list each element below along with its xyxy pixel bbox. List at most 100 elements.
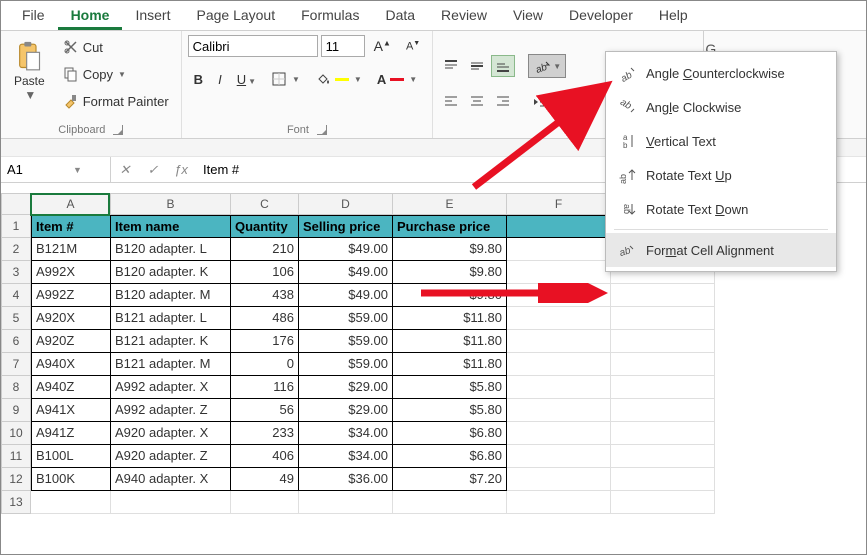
cell[interactable] <box>31 491 111 514</box>
cell[interactable]: $59.00 <box>299 330 393 353</box>
cell[interactable] <box>507 468 611 491</box>
cell[interactable]: A941Z <box>31 422 111 445</box>
cell[interactable] <box>611 307 715 330</box>
align-top-button[interactable] <box>439 55 463 77</box>
row-header[interactable]: 6 <box>1 330 31 353</box>
cell[interactable]: $6.80 <box>393 445 507 468</box>
cell[interactable]: Item name <box>111 215 231 238</box>
cell[interactable] <box>611 284 715 307</box>
cell[interactable]: 438 <box>231 284 299 307</box>
cell[interactable]: B120 adapter. K <box>111 261 231 284</box>
row-header[interactable]: 4 <box>1 284 31 307</box>
menu-rotate-up[interactable]: ab Rotate Text Up <box>606 158 836 192</box>
cell[interactable]: A920X <box>31 307 111 330</box>
cell[interactable]: $59.00 <box>299 307 393 330</box>
row-header[interactable]: 10 <box>1 422 31 445</box>
column-header[interactable]: C <box>231 193 299 215</box>
column-header[interactable]: F <box>507 193 611 215</box>
cell[interactable] <box>611 445 715 468</box>
cell[interactable] <box>507 215 611 238</box>
font-color-button[interactable]: A▼ <box>371 69 423 90</box>
cell[interactable]: 0 <box>231 353 299 376</box>
cell[interactable] <box>611 330 715 353</box>
align-bottom-button[interactable] <box>491 55 515 77</box>
cell[interactable] <box>507 330 611 353</box>
align-center-button[interactable] <box>465 90 489 112</box>
cell[interactable]: A992 adapter. Z <box>111 399 231 422</box>
cell[interactable]: 486 <box>231 307 299 330</box>
cell[interactable]: A992 adapter. X <box>111 376 231 399</box>
cell[interactable] <box>611 422 715 445</box>
copy-button[interactable]: Copy ▼ <box>56 62 175 86</box>
decrease-font-button[interactable]: A▼ <box>400 37 426 56</box>
cell[interactable] <box>111 491 231 514</box>
cell[interactable]: $11.80 <box>393 330 507 353</box>
menu-angle-cw[interactable]: ab Angle Clockwise <box>606 90 836 124</box>
dialog-launcher-icon[interactable] <box>317 125 327 135</box>
column-header[interactable]: B <box>111 193 231 215</box>
tab-review[interactable]: Review <box>428 1 500 30</box>
font-size-select[interactable] <box>321 35 365 57</box>
cell[interactable]: $5.80 <box>393 376 507 399</box>
cell[interactable]: $11.80 <box>393 307 507 330</box>
row-header[interactable]: 12 <box>1 468 31 491</box>
tab-help[interactable]: Help <box>646 1 701 30</box>
cell[interactable] <box>507 445 611 468</box>
cell[interactable]: 116 <box>231 376 299 399</box>
row-header[interactable]: 13 <box>1 491 31 514</box>
cell[interactable]: $7.20 <box>393 468 507 491</box>
align-left-button[interactable] <box>439 90 463 112</box>
row-header[interactable]: 7 <box>1 353 31 376</box>
cell[interactable]: 233 <box>231 422 299 445</box>
tab-insert[interactable]: Insert <box>122 1 183 30</box>
cell[interactable] <box>231 491 299 514</box>
column-header[interactable]: A <box>31 193 111 215</box>
column-header[interactable]: D <box>299 193 393 215</box>
cell[interactable]: B121M <box>31 238 111 261</box>
tab-page-layout[interactable]: Page Layout <box>183 1 288 30</box>
cell[interactable]: $9.80 <box>393 261 507 284</box>
row-header[interactable]: 8 <box>1 376 31 399</box>
cell[interactable]: B121 adapter. M <box>111 353 231 376</box>
fill-color-button[interactable]: ▼ <box>309 68 368 90</box>
row-header[interactable]: 1 <box>1 215 31 238</box>
cell[interactable]: Quantity <box>231 215 299 238</box>
cell[interactable]: A992X <box>31 261 111 284</box>
cell[interactable]: Item # <box>31 215 111 238</box>
cell[interactable]: A941X <box>31 399 111 422</box>
cell[interactable]: $9.80 <box>393 284 507 307</box>
menu-format-cell-alignment[interactable]: ab Format Cell Alignment <box>606 233 836 267</box>
cell[interactable] <box>299 491 393 514</box>
cell[interactable]: $59.00 <box>299 353 393 376</box>
cell[interactable]: A920 adapter. X <box>111 422 231 445</box>
cell[interactable]: B121 adapter. L <box>111 307 231 330</box>
cell[interactable] <box>611 399 715 422</box>
cell[interactable]: $6.80 <box>393 422 507 445</box>
bold-button[interactable]: B <box>188 69 209 90</box>
align-middle-button[interactable] <box>465 55 489 77</box>
cell[interactable]: Purchase price <box>393 215 507 238</box>
cell[interactable]: $34.00 <box>299 422 393 445</box>
name-box-input[interactable] <box>7 162 67 177</box>
cell[interactable]: $5.80 <box>393 399 507 422</box>
row-header[interactable]: 5 <box>1 307 31 330</box>
cell[interactable]: A940Z <box>31 376 111 399</box>
cell[interactable] <box>611 376 715 399</box>
column-header[interactable]: E <box>393 193 507 215</box>
cell[interactable]: B120 adapter. L <box>111 238 231 261</box>
cell[interactable]: 106 <box>231 261 299 284</box>
cell[interactable]: B100K <box>31 468 111 491</box>
cell[interactable] <box>507 376 611 399</box>
tab-data[interactable]: Data <box>372 1 428 30</box>
fx-button[interactable]: ƒx <box>167 162 195 177</box>
cell[interactable]: 49 <box>231 468 299 491</box>
orientation-button[interactable]: ab▼ <box>528 54 566 78</box>
cell[interactable]: B121 adapter. K <box>111 330 231 353</box>
increase-indent-button[interactable] <box>554 91 578 113</box>
tab-developer[interactable]: Developer <box>556 1 646 30</box>
chevron-down-icon[interactable]: ▼ <box>73 165 82 175</box>
cell[interactable]: Selling price <box>299 215 393 238</box>
cell[interactable] <box>611 353 715 376</box>
cell[interactable] <box>393 491 507 514</box>
italic-button[interactable]: I <box>212 69 228 90</box>
